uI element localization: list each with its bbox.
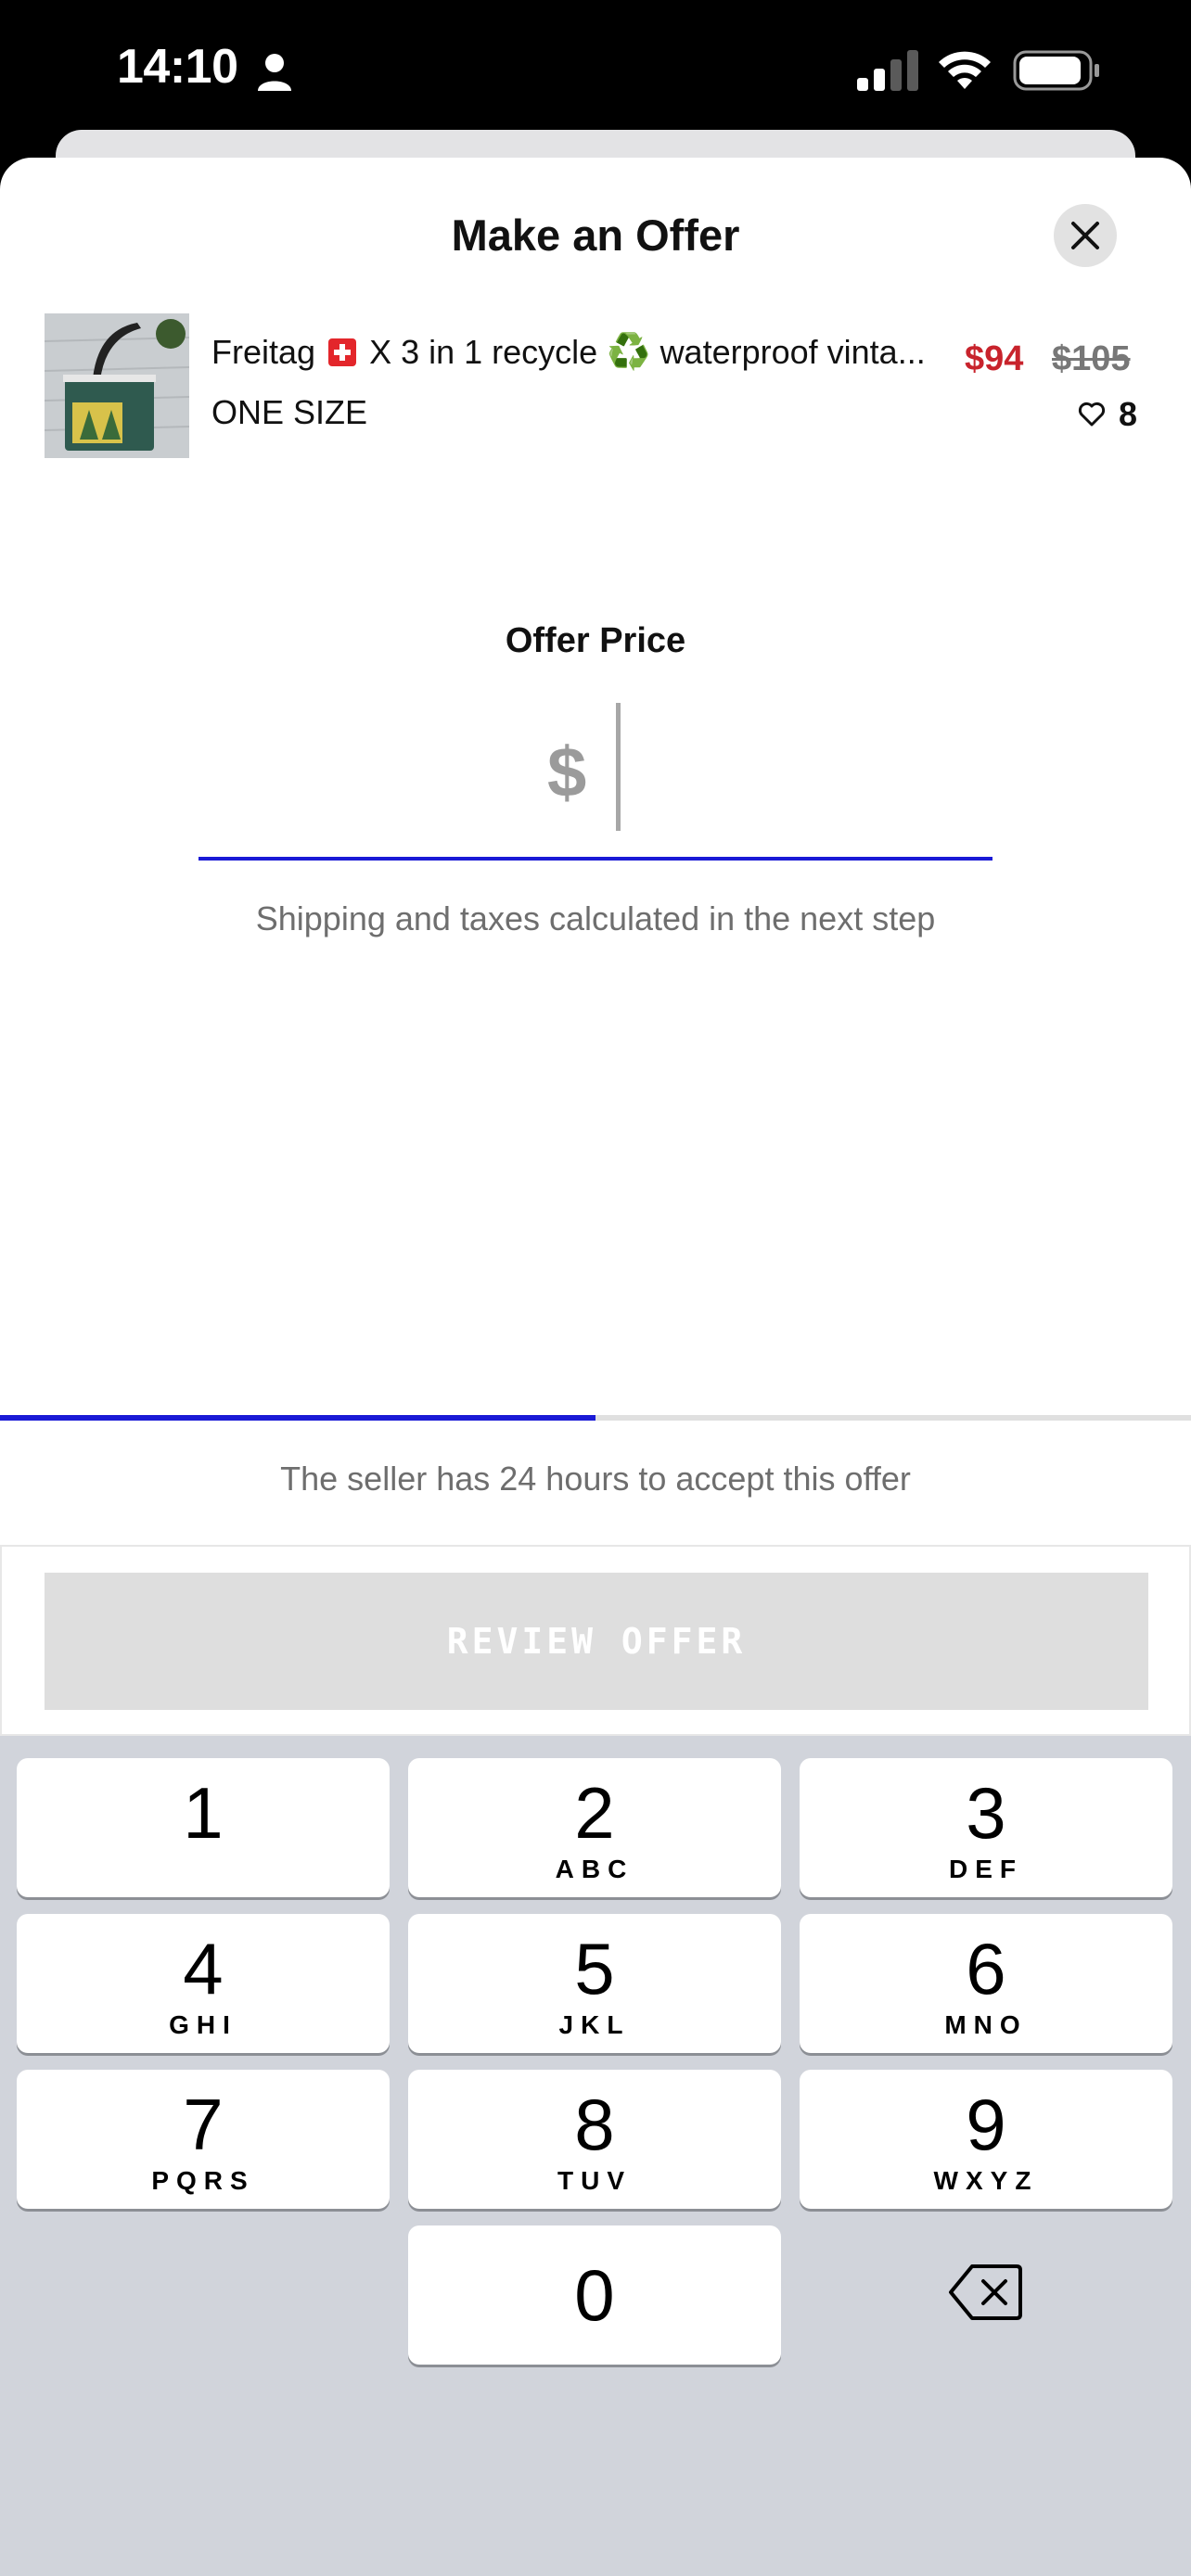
key-digit: 6 <box>966 1928 1006 2009</box>
offer-price-input[interactable] <box>616 703 621 831</box>
key-3[interactable]: 3 DEF <box>800 1758 1172 1897</box>
key-digit: 2 <box>574 1772 615 1854</box>
key-letters: JKL <box>558 2010 631 2039</box>
key-letters: TUV <box>557 2166 632 2195</box>
shipping-note: Shipping and taxes calculated in the nex… <box>255 899 936 937</box>
key-2[interactable]: 2 ABC <box>408 1758 781 1897</box>
numeric-keyboard: 1 2 ABC 3 DEF 4 GHI 5 JKL 6 MNO 7 PQRS 8… <box>0 1736 1191 2576</box>
likes-count: 8 <box>1119 395 1138 433</box>
key-digit: 9 <box>966 2084 1006 2165</box>
key-digit: 3 <box>966 1772 1006 1854</box>
key-letters: WXYZ <box>933 2166 1039 2195</box>
key-6[interactable]: 6 MNO <box>800 1914 1172 2053</box>
status-time: 14:10 <box>117 40 238 94</box>
product-title-end: waterproof vinta... <box>660 333 926 371</box>
likes-counter[interactable]: 8 <box>1078 395 1137 434</box>
product-title-brand: Freitag <box>211 333 316 371</box>
key-letters: GHI <box>169 2010 237 2039</box>
product-size: ONE SIZE <box>211 393 368 431</box>
key-letters: MNO <box>944 2010 1028 2039</box>
heart-icon <box>1078 402 1106 427</box>
key-7[interactable]: 7 PQRS <box>17 2070 390 2209</box>
key-0[interactable]: 0 <box>408 2225 781 2365</box>
key-digit: 0 <box>574 2254 615 2336</box>
key-1[interactable]: 1 <box>17 1758 390 1897</box>
person-icon <box>258 54 291 91</box>
key-4[interactable]: 4 GHI <box>17 1914 390 2053</box>
cellular-signal-icon <box>857 50 918 91</box>
currency-symbol: $ <box>547 733 587 812</box>
offer-step-progress <box>0 1415 1191 1421</box>
status-bar: 14:10 <box>0 0 1191 139</box>
close-button[interactable] <box>1054 204 1117 267</box>
key-9[interactable]: 9 WXYZ <box>800 2070 1172 2209</box>
offer-input-underline <box>198 857 992 861</box>
product-thumbnail[interactable] <box>45 313 189 458</box>
sheet-title: Make an Offer <box>451 210 740 260</box>
key-8[interactable]: 8 TUV <box>408 2070 781 2209</box>
offer-price-label: Offer Price <box>505 621 686 660</box>
bag-photo-icon <box>45 313 189 458</box>
original-price: $105 <box>1052 339 1131 378</box>
product-title: Freitag X 3 in 1 recycle ♻️ waterproof v… <box>211 332 935 373</box>
make-offer-sheet: Make an Offer Freitag X 3 in 1 recycle ♻… <box>0 158 1191 1736</box>
review-offer-button[interactable]: REVIEW OFFER <box>45 1573 1148 1710</box>
key-letters: DEF <box>949 1855 1023 1883</box>
product-title-middle: X 3 in 1 recycle <box>369 333 598 371</box>
swiss-flag-icon <box>328 338 357 366</box>
key-digit: 1 <box>183 1772 224 1854</box>
battery-icon <box>1013 50 1099 91</box>
seller-note: The seller has 24 hours to accept this o… <box>280 1460 911 1498</box>
key-digit: 4 <box>183 1928 224 2009</box>
offer-step-progress-fill <box>0 1415 596 1421</box>
close-icon <box>1071 222 1099 249</box>
key-digit: 5 <box>574 1928 615 2009</box>
key-digit: 8 <box>574 2084 615 2165</box>
sale-price: $94 <box>965 339 1024 378</box>
backspace-icon[interactable] <box>948 2261 1022 2324</box>
key-digit: 7 <box>183 2084 224 2165</box>
key-letters: PQRS <box>151 2166 255 2195</box>
review-bar: REVIEW OFFER <box>0 1545 1191 1736</box>
recycle-icon: ♻️ <box>607 333 651 372</box>
wifi-icon <box>939 51 991 89</box>
key-5[interactable]: 5 JKL <box>408 1914 781 2053</box>
key-letters: ABC <box>555 1855 634 1883</box>
